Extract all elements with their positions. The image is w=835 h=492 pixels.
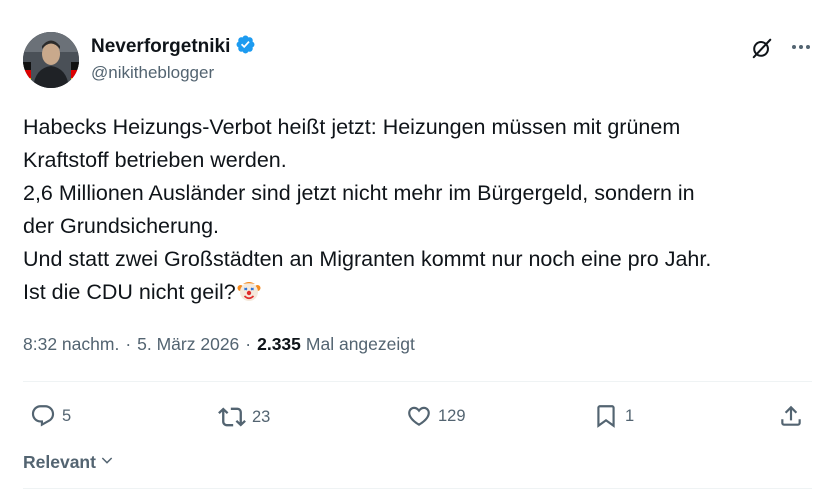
bookmark-count: 1 <box>625 406 635 425</box>
share-icon <box>778 403 804 429</box>
bookmark-button[interactable]: 1 <box>593 403 634 429</box>
post-line: Und statt zwei Großstädten an Migranten … <box>23 247 712 271</box>
bookmark-icon <box>593 403 619 429</box>
post-meta: 8:32 nachm. · 5. März 2026 · 2.335 Mal a… <box>23 334 415 355</box>
sort-replies-dropdown[interactable]: Relevant <box>23 452 115 473</box>
post-time[interactable]: 8:32 nachm. <box>23 334 119 355</box>
repost-count: 23 <box>252 407 271 426</box>
post-last-line: Ist die CDU nicht geil? <box>23 276 813 313</box>
meta-separator: · <box>245 334 252 354</box>
like-button[interactable]: 129 <box>406 403 466 429</box>
share-button[interactable] <box>778 403 804 429</box>
sort-label: Relevant <box>23 452 96 472</box>
post-line: Habecks Heizungs-Verbot heißt jetzt: Hei… <box>23 115 681 139</box>
repost-icon <box>218 403 246 431</box>
author-name-row: Neverforgetniki <box>91 34 256 60</box>
post-line: Ist die CDU nicht geil? <box>23 280 236 304</box>
avatar-image <box>23 32 79 88</box>
author-display-name[interactable]: Neverforgetniki <box>91 36 230 58</box>
views-count: 2.335 <box>257 334 301 354</box>
reply-count: 5 <box>62 406 72 425</box>
heart-icon <box>406 403 432 429</box>
meta-separator: · <box>125 334 132 354</box>
tweet-card: Neverforgetniki @nikitheblogger Habecks … <box>0 0 835 492</box>
reply-button[interactable]: 5 <box>30 403 71 429</box>
divider <box>23 488 812 489</box>
post-line: Kraftstoff betrieben werden. <box>23 148 287 172</box>
more-options-icon[interactable] <box>789 36 813 58</box>
avatar[interactable] <box>23 32 79 88</box>
reply-icon <box>30 403 56 429</box>
divider <box>23 381 812 382</box>
post-line: 2,6 Millionen Ausländer sind jetzt nicht… <box>23 181 695 205</box>
grok-icon[interactable] <box>751 37 773 59</box>
chevron-down-icon <box>99 452 115 473</box>
action-bar: 5 23 129 1 <box>30 403 808 433</box>
author-handle[interactable]: @nikitheblogger <box>91 63 214 83</box>
post-date[interactable]: 5. März 2026 <box>137 334 239 355</box>
verified-badge-icon <box>235 34 256 60</box>
post-text: Habecks Heizungs-Verbot heißt jetzt: Hei… <box>23 111 813 313</box>
views-label: Mal angezeigt <box>305 334 415 354</box>
repost-button[interactable]: 23 <box>218 403 270 431</box>
like-count: 129 <box>438 406 466 425</box>
post-line: der Grundsicherung. <box>23 214 219 238</box>
clown-face-icon <box>237 279 261 313</box>
